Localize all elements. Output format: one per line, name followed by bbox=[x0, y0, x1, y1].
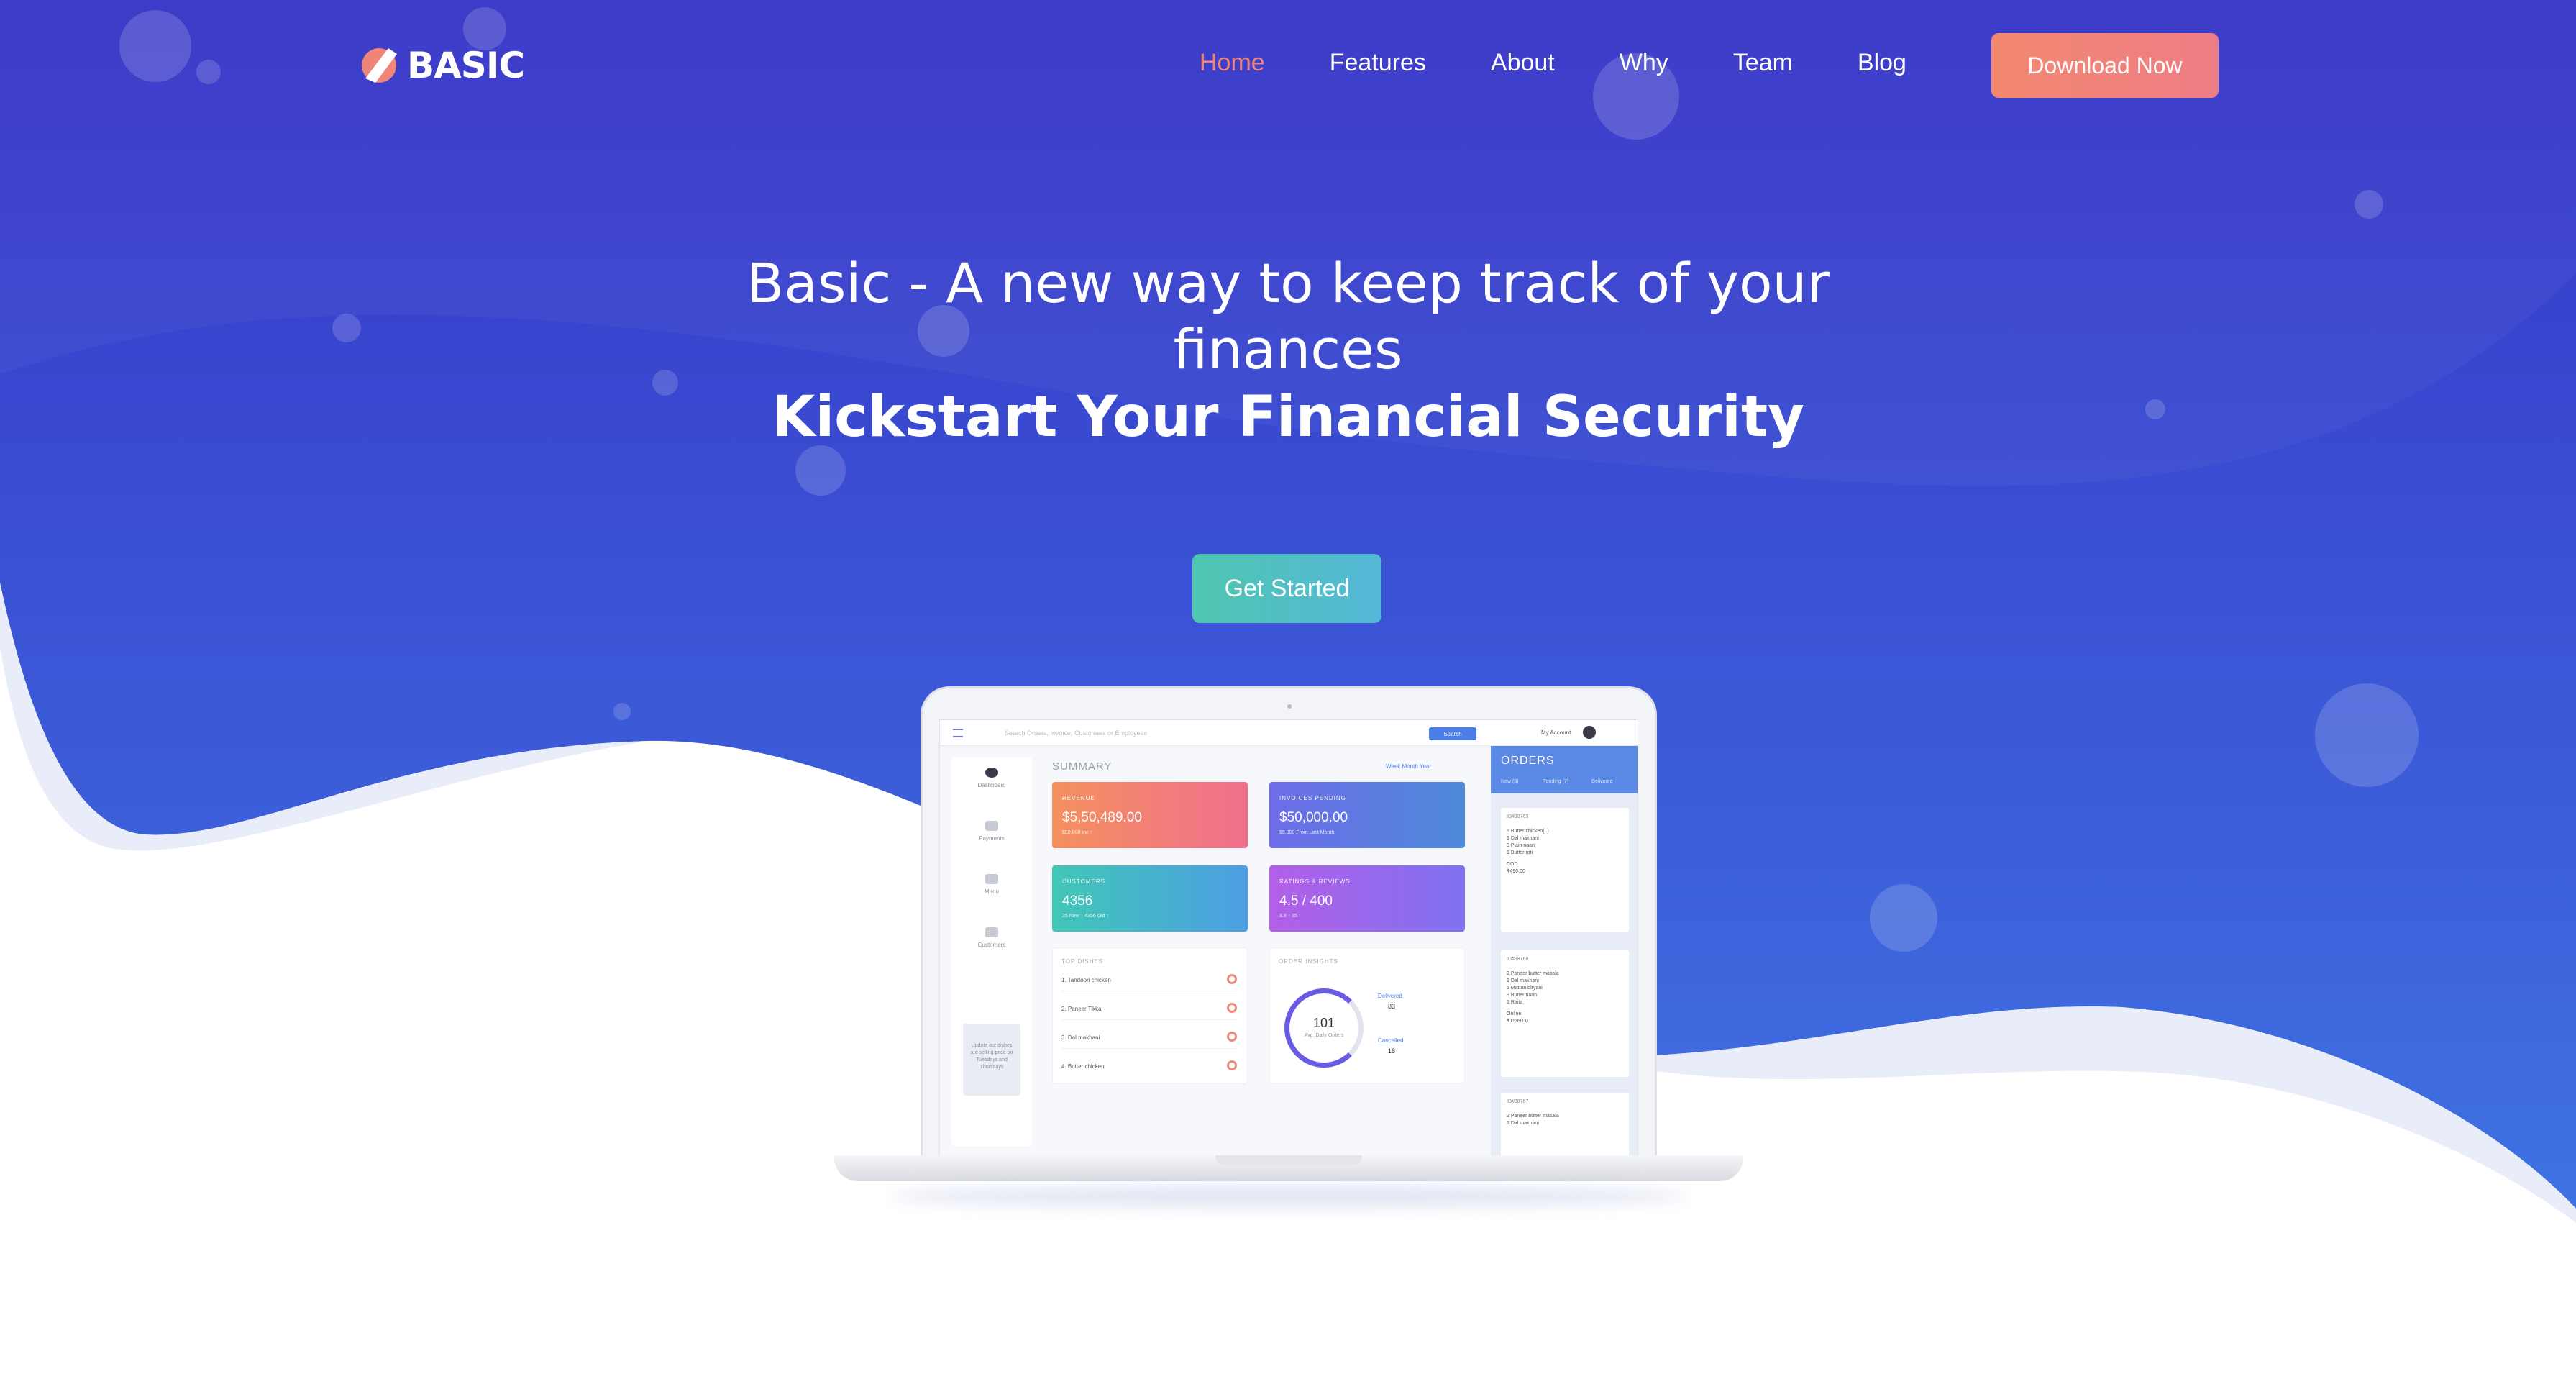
download-now-button[interactable]: Download Now bbox=[1991, 33, 2219, 98]
insights-total-label: Avg. Daily Orders bbox=[1304, 1033, 1344, 1038]
delivered-label: Delivered bbox=[1378, 993, 1402, 999]
top-navbar: BASIC Home Features About Why Team Blog … bbox=[0, 0, 2576, 129]
laptop-shadow bbox=[892, 1186, 1686, 1207]
top-dishes-panel: TOP DISHES 1. Tandoori chicken 2. Paneer… bbox=[1052, 947, 1248, 1084]
order-insights-panel: ORDER INSIGHTS 101 Avg. Daily Orders Del… bbox=[1269, 947, 1465, 1084]
order-card: ID#38767 2 Paneer butter masala 1 Dal ma… bbox=[1501, 1093, 1629, 1160]
period-switcher: Week Month Year bbox=[1386, 763, 1432, 770]
insights-total: 101 bbox=[1312, 1016, 1335, 1030]
stat-card-ratings: RATINGS & REVIEWS 4.5 / 400 3.8 ↑ 35 ↑ bbox=[1269, 865, 1465, 932]
nav-item-team[interactable]: Team bbox=[1733, 49, 1793, 77]
orders-panel: ORDERS New (3) Pending (7) Delivered ID#… bbox=[1491, 746, 1638, 1160]
delivered-value: 83 bbox=[1388, 1003, 1396, 1010]
stat-foot: 3.8 ↑ 35 ↑ bbox=[1279, 914, 1302, 919]
sidebar-promo-card: Update our dishes are selling price on T… bbox=[963, 1024, 1020, 1096]
stat-foot: $50,000 Inc ↑ bbox=[1062, 830, 1093, 835]
list-item: 2. Paneer Tikka bbox=[1061, 1003, 1237, 1020]
list-item: 3. Dal makhani bbox=[1061, 1032, 1237, 1049]
stat-card-customers: CUSTOMERS 4356 25 New ↑ 4356 Old ↑ bbox=[1052, 865, 1248, 932]
stat-value: 4356 bbox=[1062, 893, 1093, 909]
cancelled-value: 18 bbox=[1388, 1047, 1396, 1055]
order-amount: ₹490.00 bbox=[1507, 869, 1525, 874]
summary-title: SUMMARY bbox=[1052, 760, 1113, 773]
dashboard-sidebar: Dashboard Payments Menu Customers Update… bbox=[951, 757, 1032, 1146]
order-amount: ₹1599.00 bbox=[1507, 1019, 1528, 1024]
order-card: ID#38768 2 Paneer butter masala 1 Dal ma… bbox=[1501, 950, 1629, 1077]
brand-name: BASIC bbox=[407, 45, 525, 86]
order-id: ID#38767 bbox=[1507, 1099, 1529, 1104]
order-items: 1 Butter chicken(L) 1 Dal makhani 3 Plai… bbox=[1507, 829, 1549, 855]
order-card: ID#38769 1 Butter chicken(L) 1 Dal makha… bbox=[1501, 808, 1629, 932]
stat-value: $50,000.00 bbox=[1279, 810, 1348, 825]
stat-value: 4.5 / 400 bbox=[1279, 893, 1333, 909]
nav-item-features[interactable]: Features bbox=[1330, 49, 1426, 77]
sidebar-item-dashboard: Dashboard bbox=[951, 768, 1032, 788]
nav-item-about[interactable]: About bbox=[1491, 49, 1555, 77]
stat-card-revenue: REVENUE $5,50,489.00 $50,000 Inc ↑ bbox=[1052, 782, 1248, 848]
orders-title: ORDERS bbox=[1501, 755, 1555, 767]
order-items: 2 Paneer butter masala 1 Dal makhani bbox=[1507, 1114, 1559, 1126]
nav-item-home[interactable]: Home bbox=[1200, 49, 1265, 77]
hamburger-icon bbox=[953, 729, 963, 737]
list-item: 4. Butter chicken bbox=[1061, 1060, 1237, 1077]
cancelled-label: Cancelled bbox=[1378, 1037, 1404, 1044]
order-payment: COD bbox=[1507, 862, 1518, 867]
donut-icon bbox=[1227, 1060, 1237, 1070]
sidebar-item-label: Menu bbox=[984, 888, 999, 895]
dashboard-topbar: Search Orders, Invoice, Customers or Emp… bbox=[940, 720, 1638, 746]
dashboard-search: Search Orders, Invoice, Customers or Emp… bbox=[1005, 729, 1148, 737]
list-item: 1. Tandoori chicken bbox=[1061, 974, 1237, 991]
get-started-button[interactable]: Get Started bbox=[1192, 554, 1381, 623]
dish-name: 2. Paneer Tikka bbox=[1061, 1006, 1102, 1012]
hero-title: Basic - A new way to keep track of your … bbox=[746, 251, 1830, 381]
dashboard-search-button: Search bbox=[1429, 727, 1476, 740]
sidebar-item-label: Dashboard bbox=[977, 782, 1006, 788]
brand-logo[interactable]: BASIC bbox=[360, 45, 525, 86]
dish-name: 1. Tandoori chicken bbox=[1061, 977, 1111, 983]
nav-item-why[interactable]: Why bbox=[1620, 49, 1668, 77]
orders-header: ORDERS New (3) Pending (7) Delivered bbox=[1491, 746, 1638, 793]
logo-icon bbox=[360, 47, 400, 84]
order-tab-pending: Pending (7) bbox=[1543, 779, 1569, 784]
dashboard-screenshot: Search Orders, Invoice, Customers or Emp… bbox=[939, 719, 1638, 1161]
sidebar-item-payments: Payments bbox=[951, 821, 1032, 842]
dish-name: 3. Dal makhani bbox=[1061, 1034, 1100, 1041]
order-id: ID#38768 bbox=[1507, 957, 1529, 962]
stat-title: REVENUE bbox=[1062, 795, 1095, 801]
order-payment: Online bbox=[1507, 1011, 1522, 1016]
stat-foot: 25 New ↑ 4356 Old ↑ bbox=[1062, 914, 1109, 919]
order-id: ID#38769 bbox=[1507, 814, 1529, 819]
sidebar-item-label: Payments bbox=[979, 835, 1005, 842]
stat-title: RATINGS & REVIEWS bbox=[1279, 878, 1351, 885]
nav-item-blog[interactable]: Blog bbox=[1858, 49, 1906, 77]
donut-icon bbox=[1227, 974, 1237, 984]
laptop-notch bbox=[1215, 1155, 1362, 1165]
stat-title: CUSTOMERS bbox=[1062, 878, 1105, 885]
order-tab-new: New (3) bbox=[1501, 779, 1519, 784]
sidebar-item-customers: Customers bbox=[951, 927, 1032, 948]
laptop-mockup: Search Orders, Invoice, Customers or Emp… bbox=[834, 686, 1743, 1207]
sidebar-item-label: Customers bbox=[977, 942, 1006, 948]
order-tab-delivered: Delivered bbox=[1591, 779, 1613, 784]
hero-subtitle: Kickstart Your Financial Security bbox=[772, 385, 1804, 450]
stat-value: $5,50,489.00 bbox=[1062, 810, 1142, 825]
stat-card-invoices: INVOICES PENDING $50,000.00 $5,000 From … bbox=[1269, 782, 1465, 848]
panel-title: TOP DISHES bbox=[1061, 958, 1104, 965]
stat-foot: $5,000 From Last Month bbox=[1279, 830, 1335, 835]
sidebar-item-menu: Menu bbox=[951, 874, 1032, 895]
donut-icon bbox=[1227, 1032, 1237, 1042]
nav-menu: Home Features About Why Team Blog bbox=[1200, 49, 1906, 77]
stat-title: INVOICES PENDING bbox=[1279, 795, 1346, 801]
hero-heading-block: Basic - A new way to keep track of your … bbox=[641, 250, 1935, 452]
account-label: My Account bbox=[1541, 729, 1571, 736]
dish-name: 4. Butter chicken bbox=[1061, 1063, 1105, 1070]
order-items: 2 Paneer butter masala 1 Dal makhani 1 M… bbox=[1507, 971, 1559, 1005]
panel-title: ORDER INSIGHTS bbox=[1279, 958, 1338, 965]
camera-dot bbox=[1287, 704, 1292, 709]
avatar bbox=[1583, 726, 1596, 739]
donut-icon bbox=[1227, 1003, 1237, 1013]
